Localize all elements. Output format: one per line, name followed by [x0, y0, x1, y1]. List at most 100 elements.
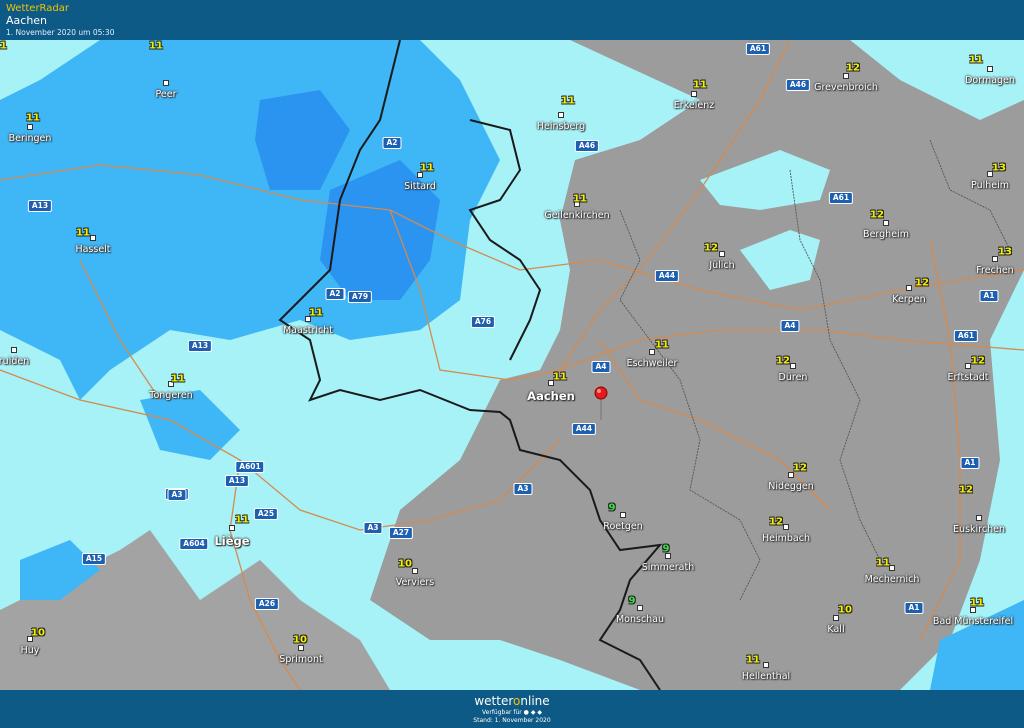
town-marker: [412, 568, 418, 574]
town-label[interactable]: Liège: [214, 534, 249, 548]
app-header: WetterRadar Aachen 1. November 2020 um 0…: [0, 0, 1024, 40]
road-shield: A13: [187, 340, 213, 352]
temperature-value: 10: [838, 604, 852, 616]
temperature-value: 11: [235, 514, 249, 526]
town-label[interactable]: Düren: [779, 372, 808, 383]
town-label[interactable]: Monschau: [616, 614, 664, 625]
town-label[interactable]: Jülich: [709, 260, 734, 271]
temperature-value: 13: [992, 162, 1006, 174]
road-shield: A15: [81, 553, 107, 565]
temperature-value: 11: [309, 307, 323, 319]
town-marker: [843, 73, 849, 79]
temperature-value: 11: [561, 95, 575, 107]
availability-text: Verfügbar für ● ◆ ◆: [482, 709, 542, 716]
town-label[interactable]: Geilenkirchen: [544, 210, 609, 221]
road-shield: A3: [513, 483, 533, 495]
temperature-value: 11: [76, 227, 90, 239]
town-label[interactable]: Heimbach: [762, 533, 810, 544]
temperature-value: 12: [769, 516, 783, 528]
town-label[interactable]: Euskirchen: [953, 524, 1005, 535]
app-name: WetterRadar: [6, 3, 70, 14]
temperature-value: 11: [969, 54, 983, 66]
temperature-value: 11: [746, 654, 760, 666]
town-marker: [790, 363, 796, 369]
stand-text: Stand: 1. November 2020: [473, 717, 551, 724]
town-label[interactable]: Roetgen: [603, 521, 642, 532]
road-shield: A2: [382, 137, 402, 149]
town-label[interactable]: Bad Münstereifel: [933, 616, 1013, 627]
town-marker: [163, 80, 169, 86]
map-pin-icon[interactable]: [593, 386, 609, 426]
brand-logo[interactable]: wetteronline: [0, 694, 1024, 708]
town-label[interactable]: Peer: [156, 89, 177, 100]
timestamp: 1. November 2020 um 05:30: [6, 28, 115, 37]
map-base-layer: [0, 40, 1024, 690]
town-marker: [987, 66, 993, 72]
temperature-value: 11: [0, 40, 7, 52]
road-shield: A76: [470, 316, 496, 328]
town-marker: [90, 235, 96, 241]
town-marker: [833, 615, 839, 621]
town-label[interactable]: Grevenbroich: [814, 82, 878, 93]
town-label[interactable]: Huy: [21, 645, 40, 656]
road-shield: A26: [254, 598, 280, 610]
town-label[interactable]: Beringen: [9, 133, 52, 144]
town-label[interactable]: Bergheim: [863, 229, 909, 240]
town-label[interactable]: Erkelenz: [674, 100, 714, 111]
road-shield: A46: [785, 79, 811, 91]
temperature-value: 9: [662, 543, 670, 555]
town-marker: [229, 525, 235, 531]
temperature-value: 9: [628, 595, 636, 607]
town-label[interactable]: Kerpen: [892, 294, 925, 305]
town-label[interactable]: Eschweiler: [627, 358, 678, 369]
town-label[interactable]: Kall: [827, 624, 844, 635]
town-label[interactable]: Tongeren: [149, 390, 192, 401]
town-label[interactable]: Verviers: [396, 577, 434, 588]
town-marker: [906, 285, 912, 291]
town-label[interactable]: ruiden: [0, 356, 29, 367]
temperature-value: 11: [171, 373, 185, 385]
town-label[interactable]: Frechen: [976, 265, 1013, 276]
temperature-value: 10: [398, 558, 412, 570]
town-marker: [783, 524, 789, 530]
town-label[interactable]: Hellenthal: [742, 671, 790, 682]
temperature-value: 11: [553, 371, 567, 383]
temperature-value: 11: [573, 193, 587, 205]
town-label[interactable]: Sprimont: [279, 654, 322, 665]
town-label[interactable]: Pulheim: [971, 180, 1009, 191]
town-label[interactable]: Maastricht: [283, 325, 333, 336]
town-marker: [719, 251, 725, 257]
road-shield: A4: [780, 320, 800, 332]
temperature-value: 10: [31, 627, 45, 639]
temperature-value: 12: [704, 242, 718, 254]
road-shield: A2: [325, 288, 345, 300]
town-label[interactable]: Hasselt: [75, 244, 110, 255]
temperature-value: 12: [776, 355, 790, 367]
road-shield: A79: [347, 291, 373, 303]
app-footer: wetteronline Verfügbar für ● ◆ ◆ Stand: …: [0, 690, 1024, 728]
town-label[interactable]: Simmerath: [642, 562, 695, 573]
road-shield: A13: [224, 475, 250, 487]
town-marker: [637, 605, 643, 611]
town-label[interactable]: Heinsberg: [537, 121, 585, 132]
temperature-value: 11: [970, 597, 984, 609]
road-shield: A1: [904, 602, 924, 614]
town-label[interactable]: Erftstadt: [947, 372, 988, 383]
temperature-value: 9: [608, 502, 616, 514]
town-label[interactable]: Aachen: [527, 389, 575, 403]
road-shield: A4: [591, 361, 611, 373]
town-label[interactable]: Dormagen: [965, 75, 1015, 86]
town-label[interactable]: Mechernich: [865, 574, 920, 585]
temperature-value: 13: [998, 246, 1012, 258]
radar-map[interactable]: Peer Beringen Hasselt Tongeren Maastricht Sit…: [0, 40, 1024, 690]
road-shield: A44: [654, 270, 680, 282]
town-marker: [27, 124, 33, 130]
road-shield: A61: [953, 330, 979, 342]
temperature-value: 11: [693, 79, 707, 91]
town-marker: [11, 347, 17, 353]
town-label[interactable]: Sittard: [404, 181, 436, 192]
town-label[interactable]: Nideggen: [768, 481, 814, 492]
town-marker: [620, 512, 626, 518]
temperature-value: 11: [26, 112, 40, 124]
town-marker: [763, 662, 769, 668]
